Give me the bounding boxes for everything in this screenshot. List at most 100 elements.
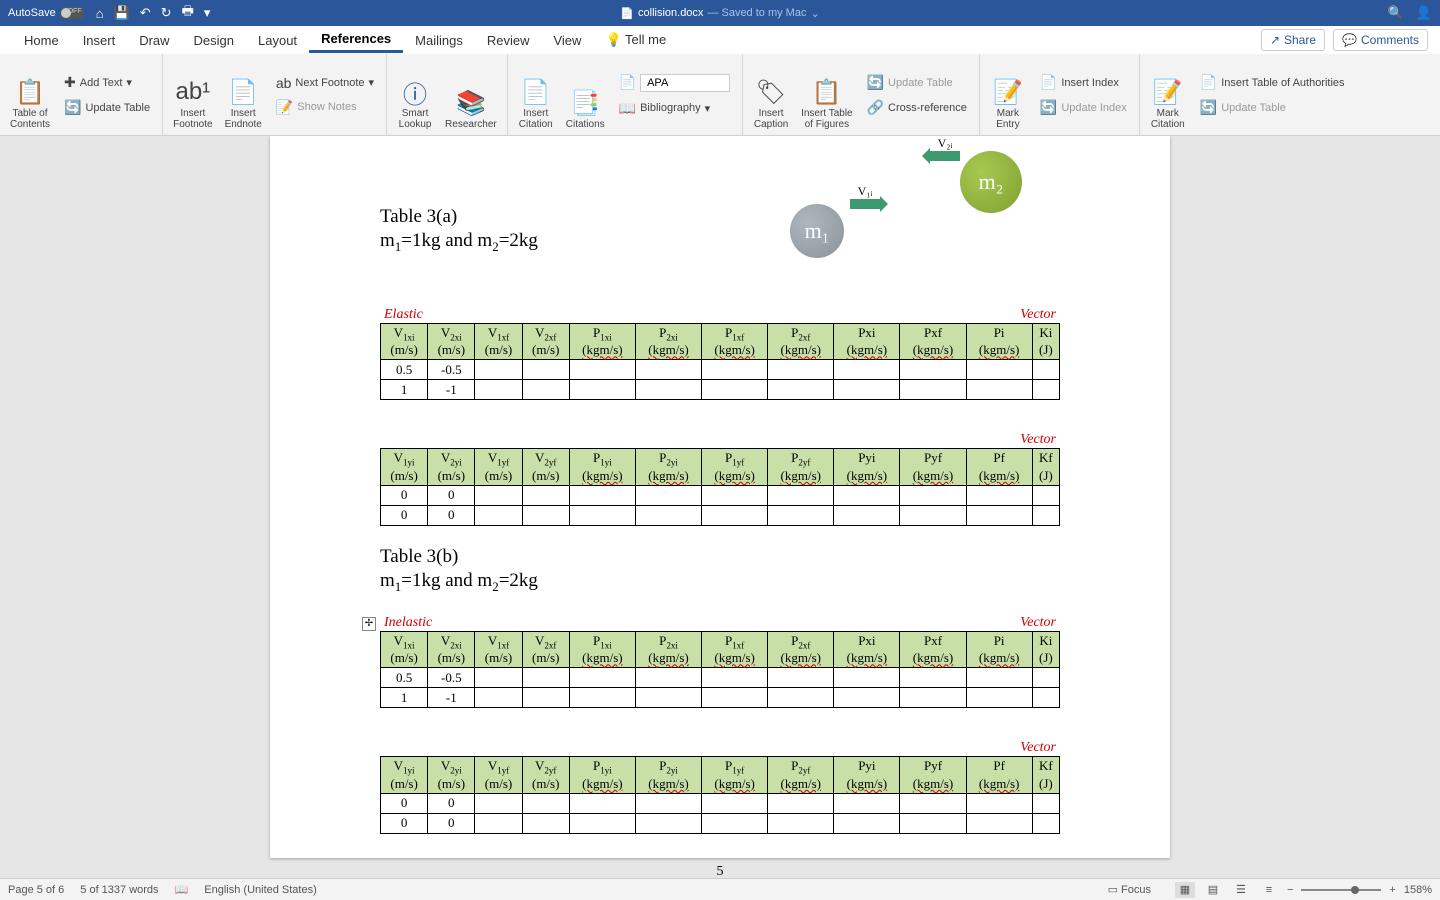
table-cell[interactable] xyxy=(475,485,522,505)
table-cell[interactable] xyxy=(475,813,522,833)
table-cell[interactable]: -0.5 xyxy=(428,360,475,380)
style-input[interactable] xyxy=(640,74,730,92)
citation-style-select[interactable]: 📄 xyxy=(615,72,734,94)
table-cell[interactable] xyxy=(1032,813,1059,833)
table-cell[interactable] xyxy=(635,688,701,708)
zoom-slider[interactable] xyxy=(1301,889,1381,891)
citations-button[interactable]: 📑Citations xyxy=(564,58,607,132)
table-row[interactable]: 1-1 xyxy=(381,688,1060,708)
table-cell[interactable] xyxy=(702,793,768,813)
table-cell[interactable] xyxy=(900,360,966,380)
table-cell[interactable] xyxy=(966,793,1032,813)
table-cell[interactable] xyxy=(834,485,900,505)
table-cell[interactable]: 1 xyxy=(381,688,428,708)
table-cell[interactable] xyxy=(966,485,1032,505)
table-cell[interactable] xyxy=(900,793,966,813)
table-cell[interactable] xyxy=(768,380,834,400)
smart-lookup-button[interactable]: ⓘSmart Lookup xyxy=(395,58,435,132)
insert-index-button[interactable]: 📄Insert Index xyxy=(1036,72,1131,93)
table-cell[interactable] xyxy=(475,380,522,400)
table-cell[interactable] xyxy=(966,813,1032,833)
table-cell[interactable] xyxy=(635,668,701,688)
update-table3-button[interactable]: 🔄Update Table xyxy=(1196,97,1349,118)
table-cell[interactable]: 0 xyxy=(381,505,428,525)
tab-design[interactable]: Design xyxy=(182,29,246,52)
table-cell[interactable]: -0.5 xyxy=(428,668,475,688)
toc-button[interactable]: 📋Table of Contents xyxy=(8,58,52,132)
update-table-button[interactable]: 🔄Update Table xyxy=(60,97,154,118)
table-cell[interactable] xyxy=(522,360,569,380)
print-layout-view[interactable]: ▦ xyxy=(1175,882,1195,898)
table-row[interactable]: 0.5-0.5 xyxy=(381,360,1060,380)
table-cell[interactable] xyxy=(569,505,635,525)
table-cell[interactable] xyxy=(1032,360,1059,380)
undo-icon[interactable]: ↶ xyxy=(140,5,151,21)
table-cell[interactable] xyxy=(768,813,834,833)
insert-toa-button[interactable]: 📄Insert Table of Authorities xyxy=(1196,72,1349,93)
table-cell[interactable] xyxy=(702,688,768,708)
table-cell[interactable] xyxy=(966,360,1032,380)
tab-review[interactable]: Review xyxy=(475,29,542,52)
table-row[interactable]: 00 xyxy=(381,505,1060,525)
show-notes-button[interactable]: 📝Show Notes xyxy=(272,97,378,118)
search-icon[interactable]: 🔍 xyxy=(1388,5,1404,21)
mark-citation-button[interactable]: 📝Mark Citation xyxy=(1148,58,1188,132)
table-cell[interactable] xyxy=(475,793,522,813)
table-cell[interactable] xyxy=(966,505,1032,525)
table-3a-y[interactable]: V1yi(m/s)V2yi(m/s)V1yf(m/s)V2yf(m/s)P1yi… xyxy=(380,448,1060,526)
researcher-button[interactable]: 📚Researcher xyxy=(443,58,499,132)
table-cell[interactable] xyxy=(900,380,966,400)
document-page[interactable]: V₂ᵢ m₂ V₁ᵢ m₁ Table 3(a) m1=1kg and m2=2… xyxy=(270,136,1170,858)
insert-caption-button[interactable]: 🏷Insert Caption xyxy=(751,58,791,132)
table-cell[interactable] xyxy=(834,360,900,380)
table-cell[interactable] xyxy=(900,688,966,708)
insert-citation-button[interactable]: 📄Insert Citation xyxy=(516,58,556,132)
table-cell[interactable] xyxy=(966,380,1032,400)
table-cell[interactable]: -1 xyxy=(428,380,475,400)
chevron-down-icon[interactable]: ▾ xyxy=(204,5,211,21)
draft-view[interactable]: ≡ xyxy=(1259,882,1279,898)
table-cell[interactable] xyxy=(1032,793,1059,813)
web-layout-view[interactable]: ▤ xyxy=(1203,882,1223,898)
table-move-handle[interactable]: ✢ xyxy=(362,617,376,631)
table-cell[interactable] xyxy=(522,505,569,525)
tab-home[interactable]: Home xyxy=(12,29,71,52)
table-cell[interactable] xyxy=(966,688,1032,708)
page-status[interactable]: Page 5 of 6 xyxy=(8,884,64,896)
zoom-out-button[interactable]: − xyxy=(1287,884,1293,896)
table-3b-x[interactable]: V1xi(m/s)V2xi(m/s)V1xf(m/s)V2xf(m/s)P1xi… xyxy=(380,631,1060,709)
table-cell[interactable]: 0 xyxy=(381,485,428,505)
add-text-button[interactable]: ✚Add Text ▾ xyxy=(60,72,154,93)
table-cell[interactable] xyxy=(834,380,900,400)
tab-mailings[interactable]: Mailings xyxy=(403,29,475,52)
table-cell[interactable] xyxy=(1032,688,1059,708)
table-cell[interactable] xyxy=(768,505,834,525)
table-cell[interactable] xyxy=(569,793,635,813)
tab-view[interactable]: View xyxy=(541,29,593,52)
table-cell[interactable] xyxy=(1032,668,1059,688)
insert-endnote-button[interactable]: 📄Insert Endnote xyxy=(223,58,264,132)
table-cell[interactable] xyxy=(522,793,569,813)
table-row[interactable]: 00 xyxy=(381,793,1060,813)
table-cell[interactable]: 0 xyxy=(428,793,475,813)
spellcheck-icon[interactable]: 📖 xyxy=(175,883,189,896)
update-table2-button[interactable]: 🔄Update Table xyxy=(863,72,971,93)
table-cell[interactable]: 0 xyxy=(428,505,475,525)
next-footnote-button[interactable]: abNext Footnote ▾ xyxy=(272,73,378,93)
language-status[interactable]: English (United States) xyxy=(204,884,317,896)
table-3b-y[interactable]: V1yi(m/s)V2yi(m/s)V1yf(m/s)V2yf(m/s)P1yi… xyxy=(380,756,1060,834)
user-icon[interactable]: 👤 xyxy=(1416,5,1432,21)
chevron-down-icon[interactable]: ⌄ xyxy=(810,7,819,20)
table-row[interactable]: 00 xyxy=(381,485,1060,505)
table-cell[interactable] xyxy=(522,380,569,400)
table-cell[interactable] xyxy=(900,668,966,688)
table-cell[interactable] xyxy=(522,688,569,708)
table-cell[interactable]: 0 xyxy=(381,793,428,813)
table-cell[interactable] xyxy=(522,485,569,505)
table-cell[interactable] xyxy=(569,360,635,380)
table-cell[interactable] xyxy=(702,813,768,833)
share-button[interactable]: ↗Share xyxy=(1261,29,1325,51)
focus-button[interactable]: ▭ Focus xyxy=(1108,883,1151,896)
table-cell[interactable] xyxy=(475,360,522,380)
table-cell[interactable] xyxy=(635,360,701,380)
